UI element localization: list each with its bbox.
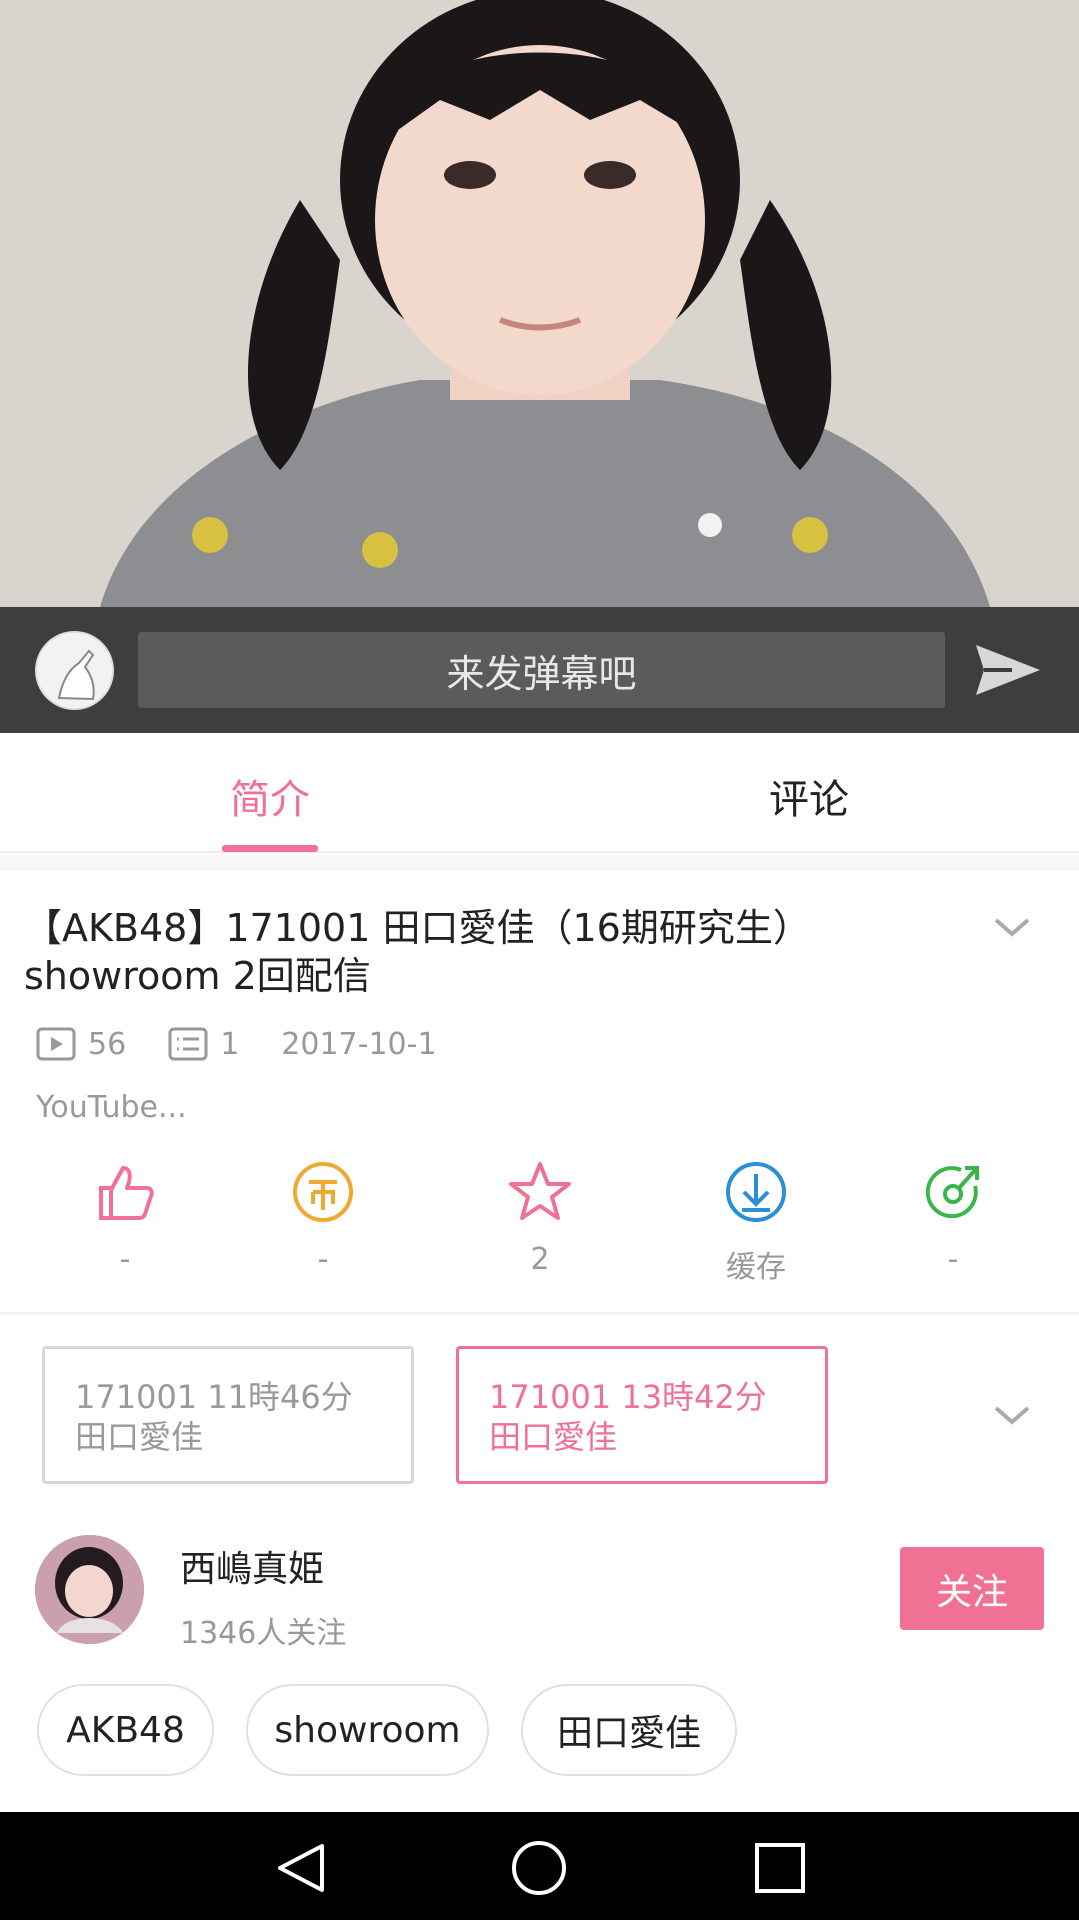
video-player[interactable] — [0, 0, 1079, 607]
part-title: 171001 11時46分 — [75, 1378, 353, 1416]
user-avatar[interactable] — [35, 631, 114, 710]
video-description[interactable]: YouTube... — [36, 1090, 187, 1125]
send-icon[interactable] — [972, 641, 1044, 699]
thumbs-up-icon — [99, 1166, 154, 1220]
back-icon[interactable] — [272, 1840, 332, 1896]
share-button[interactable]: - — [883, 1160, 1023, 1277]
recents-icon[interactable] — [752, 1840, 808, 1896]
part-title: 171001 13時42分 — [489, 1378, 767, 1416]
coin-icon — [293, 1162, 353, 1222]
chevron-down-icon[interactable] — [992, 1400, 1032, 1430]
like-button[interactable]: - — [55, 1160, 195, 1277]
action-row: - - 2 缓存 - — [0, 1160, 1079, 1290]
chevron-down-icon[interactable] — [992, 912, 1032, 942]
download-label: 缓存 — [726, 1250, 786, 1285]
follow-button[interactable]: 关注 — [900, 1547, 1044, 1630]
danmaku-count-icon — [168, 1027, 208, 1061]
share-count: - — [947, 1242, 959, 1277]
share-icon — [925, 1166, 979, 1219]
tag-chip[interactable]: AKB48 — [37, 1684, 214, 1776]
download-icon — [726, 1162, 786, 1222]
part-subtitle: 田口愛佳 — [75, 1418, 204, 1456]
star-icon — [509, 1162, 571, 1220]
coin-count: - — [317, 1242, 329, 1277]
tab-bar: 简介 评论 — [0, 733, 1079, 853]
uploader-avatar[interactable] — [35, 1535, 144, 1644]
favorite-count: 2 — [530, 1242, 550, 1277]
part-subtitle: 田口愛佳 — [489, 1418, 618, 1456]
tab-comments[interactable]: 评论 — [709, 767, 909, 825]
like-count: - — [119, 1242, 131, 1277]
tag-chip[interactable]: showroom — [246, 1684, 489, 1776]
play-count: 56 — [88, 1026, 127, 1062]
video-title: 【AKB48】171001 田口愛佳（16期研究生） showroom 2回配信 — [24, 906, 811, 998]
tab-active-indicator — [222, 845, 318, 852]
section-divider — [0, 1312, 1079, 1315]
play-count-icon — [36, 1027, 76, 1061]
danmaku-bar: 来发弹幕吧 — [0, 607, 1079, 733]
video-meta: 56 1 2017-10-1 — [36, 1024, 437, 1064]
tag-chip[interactable]: 田口愛佳 — [521, 1684, 737, 1776]
section-divider — [0, 855, 1079, 871]
uploader-name[interactable]: 西嶋真姫 — [180, 1540, 324, 1592]
danmaku-count: 1 — [220, 1026, 240, 1062]
part-item-2[interactable]: 171001 13時42分 田口愛佳 — [456, 1346, 828, 1484]
uploader-followers: 1346人关注 — [180, 1616, 347, 1651]
home-icon[interactable] — [509, 1840, 569, 1896]
coin-button[interactable]: - — [253, 1160, 393, 1277]
download-button[interactable]: 缓存 — [686, 1160, 826, 1286]
favorite-button[interactable]: 2 — [470, 1160, 610, 1277]
video-frame — [0, 0, 1079, 607]
tab-intro[interactable]: 简介 — [170, 767, 370, 825]
danmaku-input[interactable]: 来发弹幕吧 — [138, 632, 945, 708]
system-navigation-bar — [0, 1812, 1079, 1920]
part-item-1[interactable]: 171001 11時46分 田口愛佳 — [42, 1346, 414, 1484]
upload-date: 2017-10-1 — [281, 1026, 437, 1062]
